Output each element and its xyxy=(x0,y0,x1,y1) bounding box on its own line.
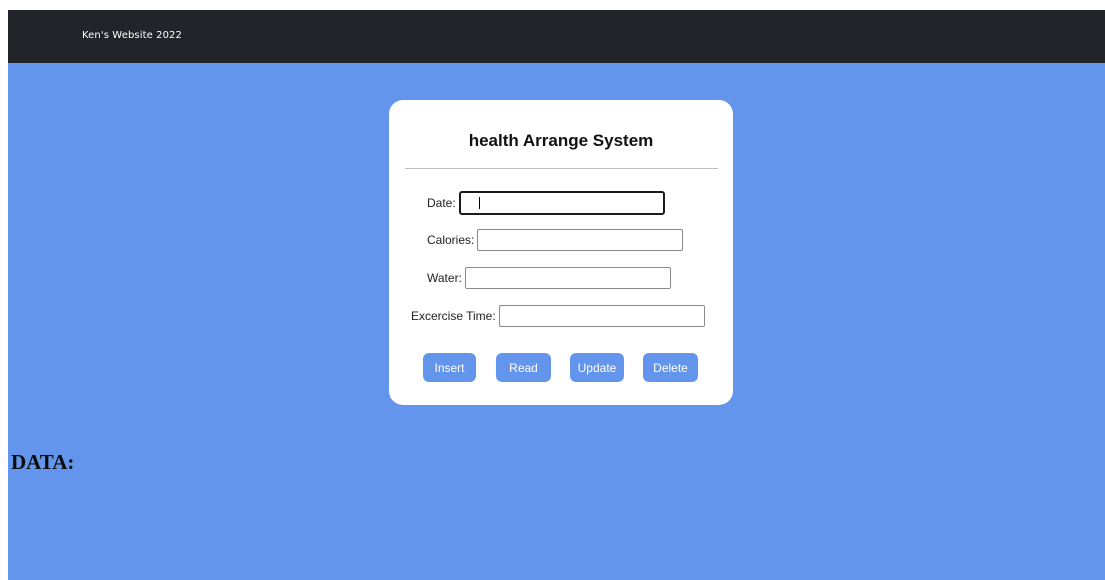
insert-button[interactable]: Insert xyxy=(423,353,476,382)
exercise-time-field-row: Excercise Time: xyxy=(411,304,705,328)
update-button[interactable]: Update xyxy=(570,353,624,382)
calories-input[interactable] xyxy=(477,229,684,251)
text-caret xyxy=(479,197,480,209)
form-title: health Arrange System xyxy=(468,131,654,150)
water-label: Water: xyxy=(427,271,462,285)
date-label: Date: xyxy=(427,196,456,210)
data-heading: DATA: xyxy=(11,450,75,474)
title-divider xyxy=(405,168,718,169)
navbar: Ken's Website 2022 xyxy=(8,10,1105,63)
navbar-brand-link[interactable]: Ken's Website 2022 xyxy=(82,30,182,41)
exercise-time-input[interactable] xyxy=(498,305,705,327)
exercise-time-label: Excercise Time: xyxy=(411,309,496,323)
water-field-row: Water: xyxy=(427,266,671,290)
calories-field-row: Calories: xyxy=(427,228,684,252)
delete-button[interactable]: Delete xyxy=(643,353,698,382)
date-field-row: Date: xyxy=(427,191,665,215)
read-button[interactable]: Read xyxy=(496,353,551,382)
date-input[interactable] xyxy=(458,191,665,215)
form-card: health Arrange System Date: Calories: Wa… xyxy=(389,100,733,405)
page-frame: Ken's Website 2022 health Arrange System… xyxy=(8,10,1105,580)
water-input[interactable] xyxy=(464,267,671,289)
calories-label: Calories: xyxy=(427,233,475,247)
